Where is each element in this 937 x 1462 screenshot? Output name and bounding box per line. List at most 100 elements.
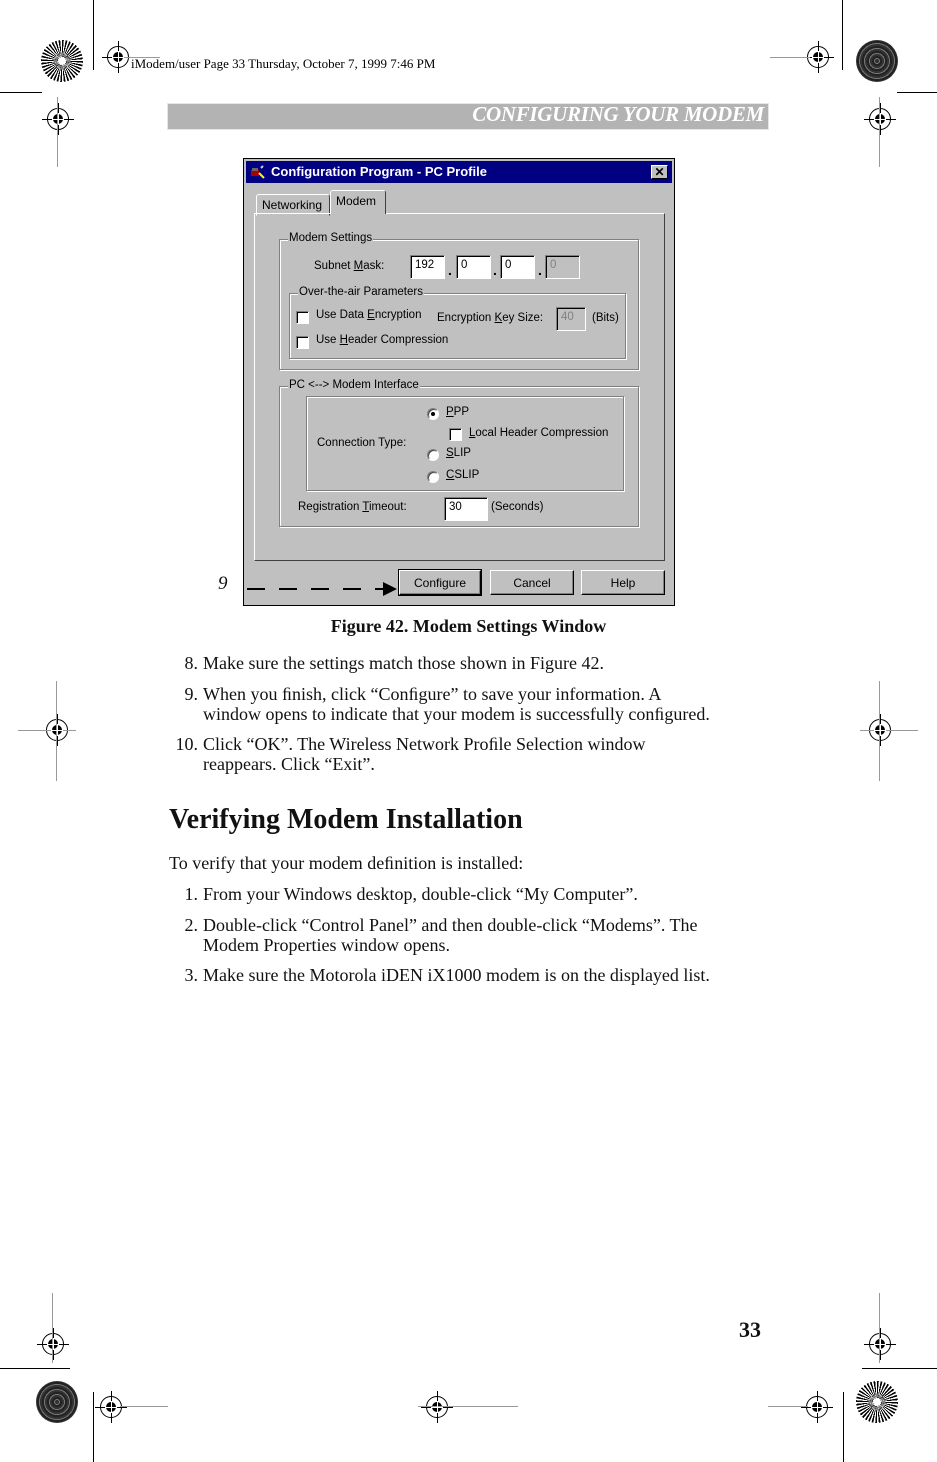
crop-line — [842, 0, 843, 70]
registration-timeout-label: Registration Timeout: — [298, 501, 407, 513]
crop-line — [120, 1406, 168, 1407]
crop-line — [93, 0, 94, 70]
local-header-compression-checkbox[interactable] — [449, 428, 462, 441]
crop-line — [18, 730, 76, 731]
registration-mark-icon — [802, 41, 834, 73]
callout-arrow-icon — [247, 582, 397, 596]
pc-modem-interface-group: PC <--> Modem Interface Connection Type:… — [279, 379, 639, 527]
use-header-compression-checkbox[interactable] — [296, 336, 309, 349]
running-header: CONFIGURING YOUR MODEM — [167, 102, 769, 130]
subnet-mask-label: Subnet Mask: — [314, 260, 385, 272]
step-number: 3. — [184, 965, 199, 985]
field-value: 0 — [461, 259, 468, 271]
crop-line — [897, 92, 937, 93]
step-item: 2. Double-click “Control Panel” and then … — [162, 915, 698, 955]
crop-line — [879, 97, 880, 167]
cslip-radio[interactable] — [427, 471, 439, 483]
crop-line — [843, 1392, 844, 1462]
step-text: window opens to indicate that your modem… — [203, 704, 710, 724]
configure-button[interactable]: Configure — [398, 569, 482, 596]
step-text: Make sure the settings match those shown… — [203, 653, 604, 673]
octet-separator: . — [448, 262, 452, 278]
connection-type-frame: Connection Type: PPP Local Header Compre… — [306, 396, 624, 491]
crop-line — [862, 1368, 937, 1369]
disc-target-icon — [856, 40, 898, 82]
step-number: 9. — [184, 684, 199, 704]
registration-timeout-field[interactable]: 30 — [444, 497, 488, 521]
connection-type-label: Connection Type: — [317, 437, 407, 449]
tab-label: Networking — [262, 198, 323, 212]
close-button[interactable]: ✕ — [651, 165, 668, 179]
subnet-octet-1[interactable]: 192 — [410, 255, 445, 279]
field-value: 0 — [505, 259, 512, 271]
registration-mark-icon — [95, 1391, 127, 1423]
app-icon — [251, 165, 265, 179]
slip-radio[interactable] — [427, 449, 439, 461]
crop-line — [860, 730, 918, 731]
crop-line — [770, 57, 810, 58]
starburst-target-icon — [856, 1381, 898, 1423]
registration-mark-icon — [864, 103, 896, 135]
local-header-compression-label: Local Header Compression — [469, 427, 609, 439]
step-number: 2. — [184, 915, 199, 935]
encryption-key-size-label: Encryption Key Size: — [437, 312, 544, 324]
modem-settings-group: Modem Settings Subnet Mask: 192 . 0 . 0 … — [279, 232, 639, 370]
crop-line — [879, 1293, 880, 1363]
step-text: Modem Properties window opens. — [203, 935, 450, 955]
figure-caption: Figure 42. Modem Settings Window — [330, 616, 607, 636]
step-number: 8. — [184, 653, 199, 673]
crop-line — [52, 1293, 53, 1363]
step-text: reappears. Click “Exit”. — [203, 754, 375, 774]
tab-modem[interactable]: Modem — [330, 190, 386, 214]
step-number: 1. — [184, 884, 199, 904]
use-data-encryption-checkbox[interactable] — [296, 311, 309, 324]
subnet-octet-3[interactable]: 0 — [500, 255, 535, 279]
step-item: 1. From your Windows desktop, double-clic… — [162, 884, 638, 904]
use-data-encryption-label: Use Data Encryption — [316, 309, 422, 321]
cancel-button[interactable]: Cancel — [490, 570, 574, 595]
field-value: 192 — [415, 259, 435, 271]
registration-mark-icon — [37, 1328, 69, 1360]
octet-separator: . — [493, 262, 497, 278]
cslip-label: CSLIP — [446, 469, 480, 481]
use-header-compression-label: Use Header Compression — [316, 334, 449, 346]
timeout-units-label: (Seconds) — [491, 501, 544, 513]
help-button[interactable]: Help — [581, 570, 665, 595]
registration-mark-icon — [42, 103, 74, 135]
field-value: 0 — [550, 259, 557, 271]
ppp-label: PPP — [446, 406, 470, 418]
group-label: Modem Settings — [288, 232, 374, 244]
field-value: 30 — [449, 501, 462, 513]
step-item: 8. Make sure the settings match those sho… — [162, 653, 604, 673]
callout-number: 9 — [218, 573, 228, 594]
octet-separator: . — [538, 262, 542, 278]
section-heading: Verifying Modem Installation — [169, 804, 523, 835]
step-text: Click “OK”. The Wireless Network Proﬁle … — [203, 734, 646, 754]
step-text: Double-click “Control Panel” and then do… — [203, 915, 698, 935]
page-number: 33 — [739, 1317, 761, 1342]
step-text: When you ﬁnish, click “Conﬁgure” to save… — [203, 684, 662, 704]
step-item: 9. When you ﬁnish, click “Conﬁgure” to sa… — [162, 684, 710, 724]
crop-line — [0, 92, 42, 93]
registration-mark-icon — [864, 1328, 896, 1360]
dialog-title: Configuration Program - PC Profile — [271, 164, 487, 179]
encryption-key-size-field: 40 — [556, 307, 586, 331]
slip-label: SLIP — [446, 447, 471, 459]
ppp-radio[interactable] — [427, 408, 439, 420]
registration-mark-icon — [421, 1391, 453, 1423]
step-item: 10. Click “OK”. The Wireless Network Proﬁ… — [162, 734, 646, 774]
field-value: 40 — [561, 311, 574, 323]
step-number: 10. — [175, 734, 199, 754]
subnet-octet-2[interactable]: 0 — [456, 255, 491, 279]
starburst-target-icon — [41, 40, 83, 82]
title-bar: Configuration Program - PC Profile ✕ — [246, 161, 672, 183]
tab-label: Modem — [336, 194, 377, 208]
group-label: Over-the-air Parameters — [298, 286, 424, 298]
print-slug: iModem/user Page 33 Thursday, October 7,… — [131, 56, 436, 71]
running-header-text: CONFIGURING YOUR MODEM — [472, 102, 764, 126]
crop-line — [57, 97, 58, 167]
key-units-label: (Bits) — [592, 312, 619, 324]
crop-line — [0, 1368, 70, 1369]
crop-line — [93, 1392, 94, 1462]
step-text: Make sure the Motorola iDEN iX1000 modem… — [203, 965, 710, 985]
